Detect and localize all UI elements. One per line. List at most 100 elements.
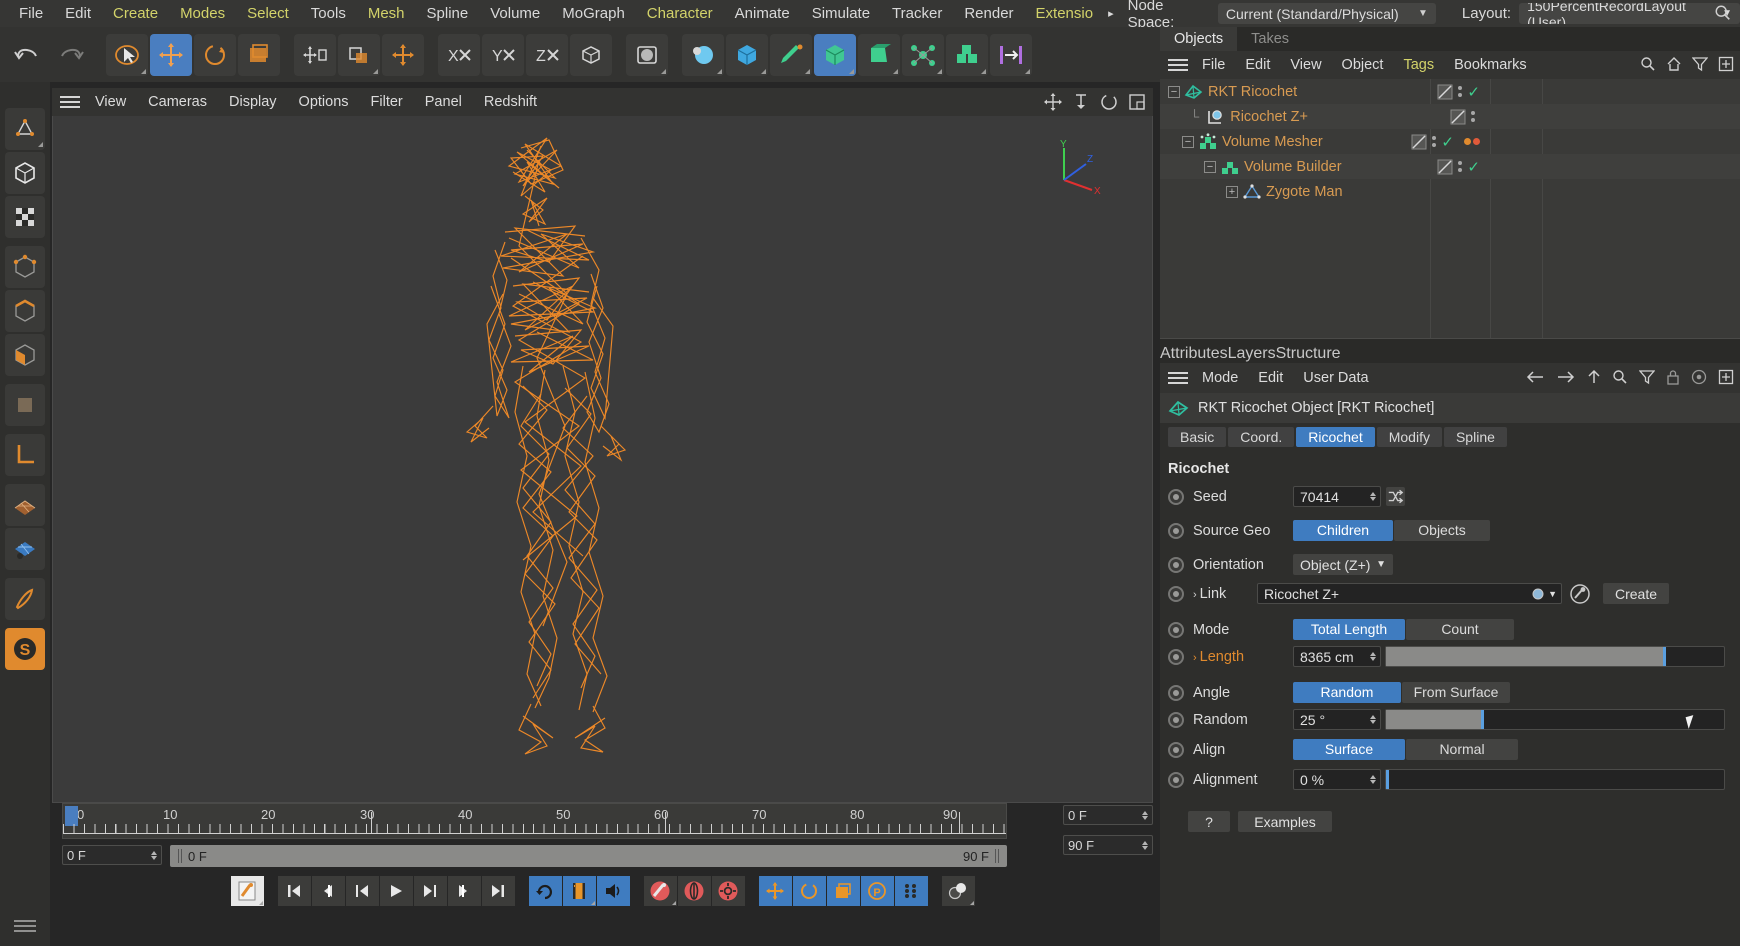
forward-arrow-icon[interactable] — [1556, 370, 1576, 384]
om-menu-bookmarks[interactable]: Bookmarks — [1444, 57, 1537, 73]
zoom-view-icon[interactable] — [1071, 92, 1091, 112]
viewport-menu-icon[interactable] — [60, 96, 80, 108]
table-row[interactable]: └ Ricochet Z+ — [1160, 104, 1740, 129]
go-to-previous-key-button[interactable] — [311, 876, 345, 906]
subtab-coord[interactable]: Coord. — [1228, 427, 1295, 447]
om-menu-edit[interactable]: Edit — [1235, 57, 1280, 73]
menu-item-extensions[interactable]: Extensio — [1025, 0, 1105, 27]
table-row[interactable]: + Zygote Man — [1160, 179, 1740, 204]
stepper-icon[interactable] — [1370, 492, 1376, 501]
viewport-menu-display[interactable]: Display — [218, 94, 288, 110]
animate-dot-icon[interactable] — [1168, 488, 1184, 505]
sound-button[interactable] — [596, 876, 630, 906]
subtab-ricochet[interactable]: Ricochet — [1296, 427, 1375, 447]
viewport-menu-panel[interactable]: Panel — [414, 94, 473, 110]
viewport-menu-view[interactable]: View — [84, 94, 137, 110]
random-input[interactable]: 25 ° — [1293, 709, 1381, 730]
table-row[interactable]: − Volume Builder ✓ — [1160, 154, 1740, 179]
expander-icon[interactable]: − — [1168, 85, 1180, 98]
table-row[interactable]: − RKT Ricochet ✓ — [1160, 79, 1740, 104]
key-parameter-button[interactable]: P — [860, 876, 894, 906]
viewport-menu-cameras[interactable]: Cameras — [137, 94, 218, 110]
edge-mode-button[interactable] — [5, 290, 45, 332]
current-frame-field[interactable]: 0 F — [1063, 805, 1153, 825]
autokeying-button[interactable] — [677, 876, 711, 906]
stepper-icon[interactable] — [1370, 775, 1376, 784]
subtab-spline[interactable]: Spline — [1443, 427, 1507, 447]
stepper-icon[interactable] — [1142, 810, 1148, 820]
rotate-view-icon[interactable] — [1099, 92, 1119, 112]
visibility-dots-icon[interactable] — [1458, 161, 1463, 172]
angle-option-from-surface[interactable]: From Surface — [1402, 682, 1510, 703]
timeline-range-slider[interactable]: 0 F 90 F — [170, 845, 1007, 867]
texture-mode-button[interactable] — [5, 196, 45, 238]
filter-icon[interactable] — [1639, 369, 1655, 385]
range-start-field[interactable]: 0 F — [62, 845, 162, 865]
tag-slash-icon[interactable] — [1437, 159, 1453, 175]
uv-mesh-button[interactable] — [5, 484, 45, 526]
om-menu-object[interactable]: Object — [1332, 57, 1394, 73]
go-to-start-button[interactable] — [277, 876, 311, 906]
object-manager-menu-icon[interactable] — [1168, 59, 1188, 71]
align-option-normal[interactable]: Normal — [1406, 739, 1518, 760]
link-field[interactable]: Ricochet Z+ ▼ — [1257, 583, 1562, 604]
help-button[interactable]: ? — [1188, 811, 1230, 832]
simulation-settings-button[interactable] — [941, 876, 975, 906]
mograph-cloner-button[interactable] — [902, 33, 944, 76]
search-icon[interactable] — [1612, 369, 1628, 385]
create-button[interactable]: Create — [1603, 583, 1670, 604]
material-tag-icon[interactable] — [1464, 138, 1480, 145]
uv-polygons-button[interactable] — [5, 528, 45, 570]
align-option-surface[interactable]: Surface — [1293, 739, 1405, 760]
loop-playback-button[interactable] — [528, 876, 562, 906]
record-active-objects-button[interactable] — [230, 876, 264, 906]
viewport-canvas[interactable]: Y X Z — [52, 116, 1153, 803]
node-space-dropdown[interactable]: Current (Standard/Physical) ▼ — [1217, 3, 1436, 24]
subtab-modify[interactable]: Modify — [1376, 427, 1442, 447]
attr-menu-edit[interactable]: Edit — [1248, 370, 1293, 386]
workplane-button[interactable] — [5, 434, 45, 476]
lock-z-axis-button[interactable]: Z — [526, 33, 568, 76]
menu-item-tracker[interactable]: Tracker — [881, 0, 953, 27]
snap-button[interactable] — [990, 33, 1032, 76]
sculpt-tool-button[interactable]: S — [5, 628, 45, 670]
lock-y-axis-button[interactable]: Y — [482, 33, 524, 76]
animate-dot-icon[interactable] — [1168, 621, 1184, 638]
step-back-button[interactable] — [345, 876, 379, 906]
menu-item-character[interactable]: Character — [636, 0, 724, 27]
pan-view-icon[interactable] — [1043, 92, 1063, 112]
tab-layers[interactable]: Layers — [1228, 345, 1276, 363]
world-coordinates-button[interactable] — [570, 33, 612, 76]
rotate-tool-button[interactable] — [194, 33, 236, 76]
select-tool-button[interactable] — [106, 33, 148, 76]
examples-button[interactable]: Examples — [1238, 811, 1332, 832]
source-geo-option-objects[interactable]: Objects — [1394, 520, 1490, 541]
animate-dot-icon[interactable] — [1168, 556, 1184, 573]
up-arrow-icon[interactable] — [1587, 369, 1601, 385]
menu-item-volume[interactable]: Volume — [479, 0, 551, 27]
length-input[interactable]: 8365 cm — [1293, 646, 1381, 667]
step-forward-button[interactable] — [413, 876, 447, 906]
object-tree[interactable]: − RKT Ricochet ✓ └ Ricochet Z+ − Volume … — [1160, 79, 1740, 339]
key-point-level-button[interactable] — [894, 876, 928, 906]
expander-icon[interactable]: − — [1204, 160, 1216, 173]
om-menu-view[interactable]: View — [1280, 57, 1331, 73]
animate-dot-icon[interactable] — [1168, 771, 1184, 788]
visibility-dots-icon[interactable] — [1458, 86, 1463, 97]
layout-grip[interactable] — [0, 906, 50, 946]
enable-axis-button[interactable] — [382, 33, 424, 76]
menu-item-tools[interactable]: Tools — [300, 0, 357, 27]
eyedropper-icon[interactable] — [1569, 583, 1591, 605]
go-to-end-button[interactable] — [481, 876, 515, 906]
animate-dot-icon[interactable] — [1168, 585, 1184, 602]
move-axis-button[interactable] — [294, 33, 336, 76]
redo-button[interactable] — [50, 34, 92, 76]
stepper-icon[interactable] — [1142, 840, 1148, 850]
visibility-dots-icon[interactable] — [1432, 136, 1437, 147]
menu-overflow-arrow[interactable]: ▸ — [1104, 7, 1118, 20]
menu-item-select[interactable]: Select — [236, 0, 300, 27]
maximize-view-icon[interactable] — [1127, 92, 1147, 112]
make-editable-button[interactable] — [5, 108, 45, 150]
menu-item-file[interactable]: File — [8, 0, 54, 27]
layout-dropdown[interactable]: 150PercentRecordLayout (User) ▼ — [1519, 3, 1740, 24]
